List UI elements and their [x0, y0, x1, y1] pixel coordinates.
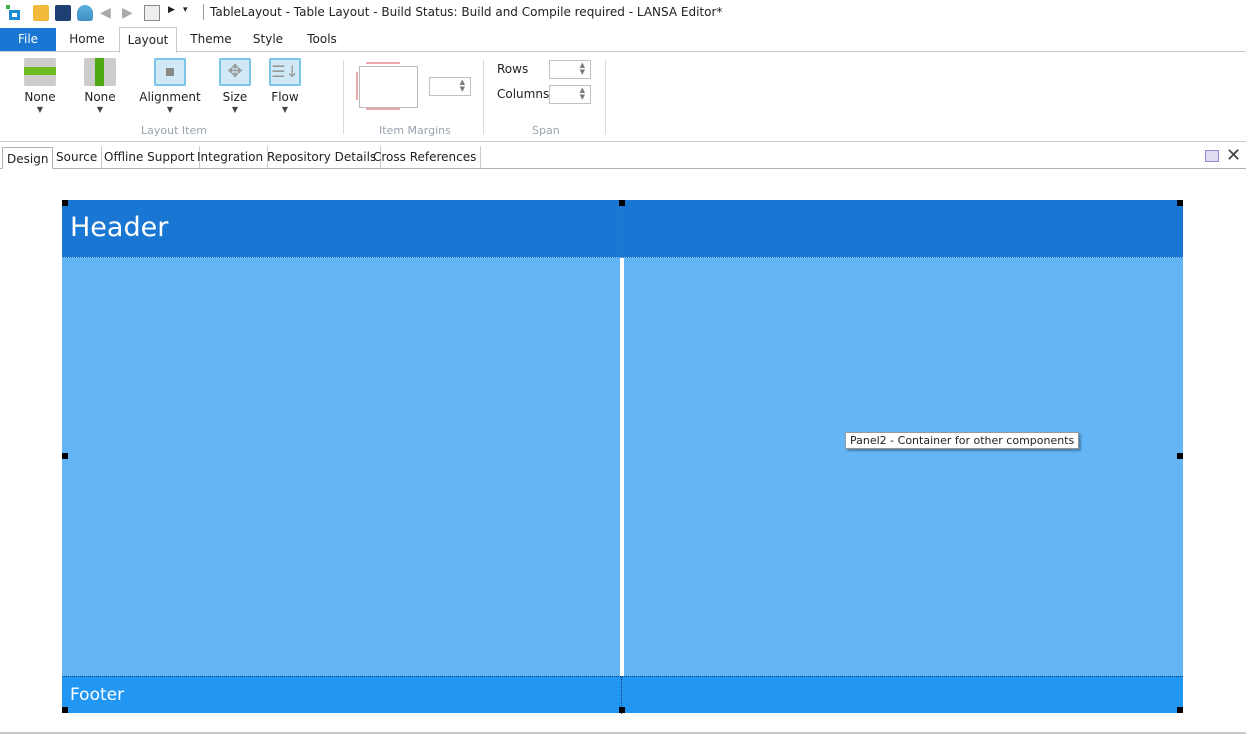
tab-cross-references[interactable]: Cross References: [369, 146, 482, 168]
size-label: Size: [222, 90, 248, 104]
flow-icon: ☰↓: [269, 58, 301, 86]
download-icon[interactable]: [77, 5, 93, 21]
group-separator: [605, 60, 606, 134]
save-icon[interactable]: [55, 5, 71, 21]
tab-offline-support[interactable]: Offline Support: [100, 146, 200, 168]
group-label-span: Span: [532, 124, 560, 137]
title-bar: ◀ ▶ ▶ ▾ TableLayout - Table Layout - Bui…: [0, 0, 1246, 26]
open-folder-icon[interactable]: [33, 5, 49, 21]
body-row[interactable]: [62, 258, 1183, 676]
size-button[interactable]: ✥ Size ▼: [215, 58, 255, 114]
dropdown-arrow-icon: ▼: [281, 105, 289, 114]
group-separator: [483, 60, 484, 134]
alignment-icon: [154, 58, 186, 86]
columns-spinner[interactable]: ▲ ▼: [549, 85, 591, 104]
rows-spinner[interactable]: ▲ ▼: [549, 60, 591, 79]
margins-preview-icon: [356, 62, 418, 110]
close-icon[interactable]: ✕: [1226, 145, 1241, 166]
column-divider: [621, 200, 622, 258]
group-label-layout-item: Layout Item: [141, 124, 207, 137]
panel-tooltip: Panel2 - Container for other components: [845, 432, 1080, 449]
resize-handle[interactable]: [1177, 707, 1183, 713]
dropdown-arrow-icon: ▼: [36, 105, 44, 114]
column-splitter[interactable]: [620, 258, 624, 676]
row-none-button[interactable]: None ▼: [18, 58, 62, 114]
item-margins-spinner[interactable]: ▲ ▼: [429, 77, 471, 96]
ribbon-tabs: File Home Layout Theme Style Tools: [0, 27, 1246, 53]
tab-file[interactable]: File: [0, 28, 56, 51]
spinner-arrows-icon: ▲ ▼: [579, 86, 585, 101]
resize-handle[interactable]: [1177, 200, 1183, 206]
tab-integration[interactable]: Integration: [193, 146, 269, 168]
row-none-label: None: [24, 90, 56, 104]
forward-icon[interactable]: ▶: [122, 5, 138, 21]
row-grid-icon: [24, 58, 56, 86]
tab-style[interactable]: Style: [245, 27, 291, 52]
restore-window-icon[interactable]: [144, 5, 160, 21]
resize-handle[interactable]: [619, 707, 625, 713]
spinner-arrows-icon: ▲ ▼: [579, 61, 585, 76]
tab-repository-details[interactable]: Repository Details: [263, 146, 382, 168]
header-row[interactable]: Header: [62, 200, 1183, 258]
rows-label: Rows: [497, 62, 529, 76]
flow-label: Flow: [271, 90, 299, 104]
footer-label: Footer: [70, 685, 125, 705]
column-none-label: None: [84, 90, 116, 104]
tab-layout[interactable]: Layout: [119, 27, 177, 53]
tab-source[interactable]: Source: [52, 146, 103, 168]
columns-label: Columns: [497, 87, 550, 101]
resize-handle[interactable]: [619, 200, 625, 206]
table-layout-canvas[interactable]: Header Footer: [62, 200, 1183, 714]
group-separator: [343, 60, 344, 134]
column-none-button[interactable]: None ▼: [78, 58, 122, 114]
header-label: Header: [70, 212, 169, 243]
tab-tools[interactable]: Tools: [297, 27, 347, 52]
dropdown-arrow-icon: ▼: [231, 105, 239, 114]
group-label-item-margins: Item Margins: [379, 124, 451, 137]
dropdown-arrow-icon: ▼: [166, 105, 174, 114]
resize-handle[interactable]: [62, 453, 68, 459]
resize-handle[interactable]: [1177, 453, 1183, 459]
tab-theme[interactable]: Theme: [183, 27, 239, 52]
back-icon[interactable]: ◀: [100, 5, 116, 21]
column-grid-icon: [84, 58, 116, 86]
tab-design[interactable]: Design: [2, 147, 54, 169]
size-arrows-icon: ✥: [219, 58, 251, 86]
float-window-icon[interactable]: [1205, 150, 1219, 162]
document-tabs: Design Source Offline Support Integratio…: [0, 145, 1246, 169]
customize-toolbar-icon[interactable]: ▾: [183, 5, 199, 21]
title-separator: [203, 4, 204, 20]
resize-handle[interactable]: [62, 707, 68, 713]
dropdown-arrow-icon: ▼: [96, 105, 104, 114]
resize-handle[interactable]: [62, 200, 68, 206]
app-logo-icon: [6, 5, 22, 21]
ribbon: None ▼ None ▼ Alignment ▼ ✥ Size ▼ ☰↓ Flow ▼ …: [0, 52, 1246, 142]
spinner-arrows-icon: ▲ ▼: [459, 78, 465, 93]
window-title: TableLayout - Table Layout - Build Statu…: [210, 5, 723, 19]
alignment-label: Alignment: [139, 90, 201, 104]
alignment-button[interactable]: Alignment ▼: [138, 58, 202, 114]
flow-button[interactable]: ☰↓ Flow ▼: [265, 58, 305, 114]
more-arrow-icon[interactable]: ▶: [168, 5, 184, 21]
tab-home[interactable]: Home: [60, 27, 114, 52]
